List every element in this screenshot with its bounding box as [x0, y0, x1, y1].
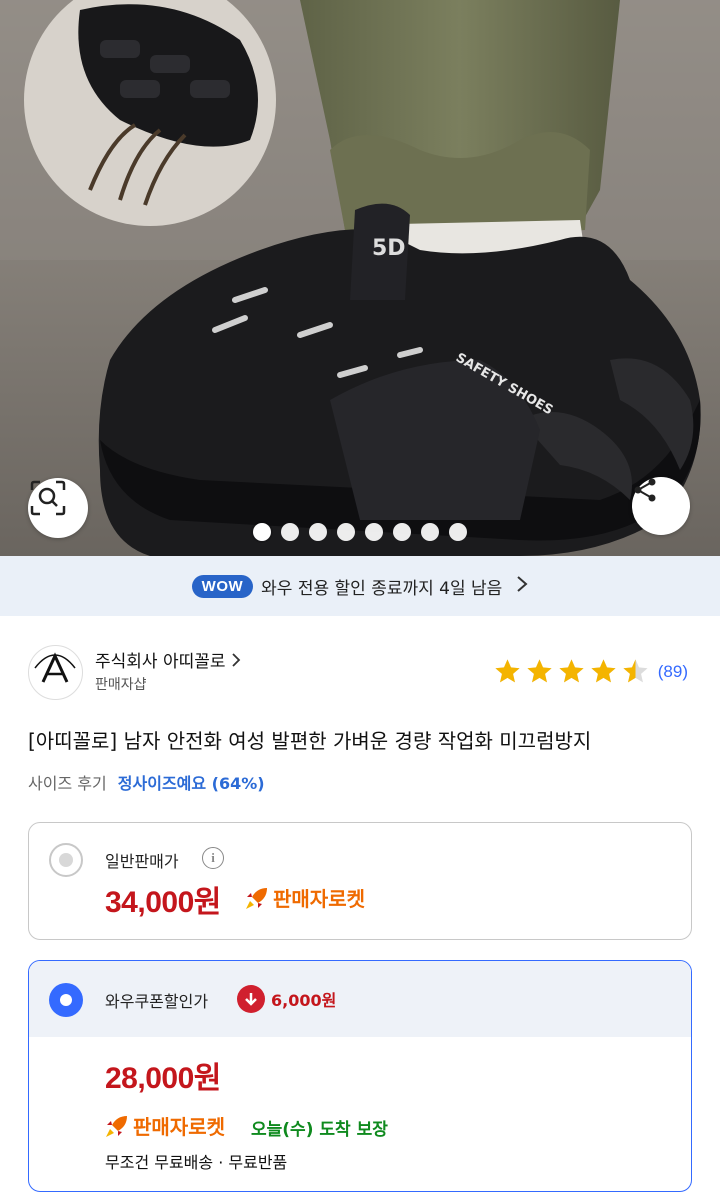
gallery-dot[interactable] [421, 523, 439, 541]
product-photo: 5D SAFETY SHOES [0, 0, 720, 556]
chevron-right-icon [231, 652, 241, 672]
seller-shop-label: 판매자샵 [95, 677, 147, 693]
gallery-dot[interactable] [281, 523, 299, 541]
svg-text:5D: 5D [372, 236, 406, 261]
product-image-gallery[interactable]: 5D SAFETY SHOES [0, 0, 720, 556]
wow-discount-amount: 6,000원 [271, 991, 337, 1010]
seller-logo[interactable] [28, 645, 83, 700]
rocket-icon [106, 1115, 127, 1137]
wow-coupon-label: 와우쿠폰할인가 [105, 992, 209, 1011]
star-icons [493, 657, 650, 686]
regular-price: 34,000원 [105, 886, 221, 919]
star-icon [527, 659, 552, 683]
star-icon [623, 659, 648, 683]
product-title: [아띠꼴로] 남자 안전화 여성 발편한 가벼운 경량 작업화 미끄럼방지 [28, 729, 592, 753]
rating-stars[interactable]: (89) [493, 657, 688, 686]
arrival-guarantee: 오늘(수) 도착 보장 [251, 1120, 388, 1140]
wow-badge: WOW [191, 574, 254, 598]
seller-row: 주식회사 아띠꼴로 판매자샵 (89) [28, 643, 688, 701]
gallery-pagination[interactable] [0, 523, 720, 545]
share-icon [634, 478, 656, 502]
seller-rocket-label: 판매자로켓 [133, 1115, 225, 1139]
star-icon [495, 659, 520, 683]
regular-price-radio[interactable] [49, 843, 83, 877]
gallery-dot[interactable] [449, 523, 467, 541]
wow-discount-banner[interactable]: WOW 와우 전용 할인 종료까지 4일 남음 [0, 556, 720, 616]
star-icon [591, 659, 616, 683]
seller-rocket-badge: 판매자로켓 [243, 883, 365, 912]
rocket-icon [246, 887, 267, 909]
shipping-info: 무조건 무료배송 · 무료반품 [105, 1153, 288, 1172]
regular-price-label: 일반판매가 [105, 852, 179, 871]
size-review-label: 사이즈 후기 [28, 774, 107, 793]
wow-banner-text: 와우 전용 할인 종료까지 4일 남음 [261, 578, 503, 599]
gallery-dot[interactable] [309, 523, 327, 541]
seller-name-link[interactable]: 주식회사 아띠꼴로 [95, 647, 241, 672]
gallery-dot[interactable] [365, 523, 383, 541]
regular-price-option[interactable]: 일반판매가 i 34,000원 판매자로켓 [28, 822, 692, 940]
info-icon[interactable]: i [202, 847, 224, 869]
seller-rocket-badge: 판매자로켓 [103, 1111, 225, 1140]
review-count[interactable]: (89) [658, 662, 688, 682]
seller-name: 주식회사 아띠꼴로 [95, 652, 226, 672]
arrow-down-icon [237, 985, 265, 1013]
image-search-icon [30, 480, 66, 516]
wow-coupon-radio[interactable] [49, 983, 83, 1017]
seller-rocket-label: 판매자로켓 [273, 887, 365, 911]
size-review-value: 정사이즈예요 (64%) [117, 774, 265, 793]
gallery-dot[interactable] [393, 523, 411, 541]
size-review[interactable]: 사이즈 후기 정사이즈예요 (64%) [28, 770, 265, 794]
gallery-dot[interactable] [337, 523, 355, 541]
wow-coupon-price-option[interactable]: 와우쿠폰할인가 6,000원 28,000원 판매자로켓 오늘(수) 도착 보장… [28, 960, 692, 1192]
wow-price: 28,000원 [105, 1062, 221, 1095]
wow-discount: 6,000원 [237, 985, 336, 1013]
gallery-dot[interactable] [253, 523, 271, 541]
chevron-right-icon [516, 574, 528, 598]
star-icon [559, 659, 584, 683]
